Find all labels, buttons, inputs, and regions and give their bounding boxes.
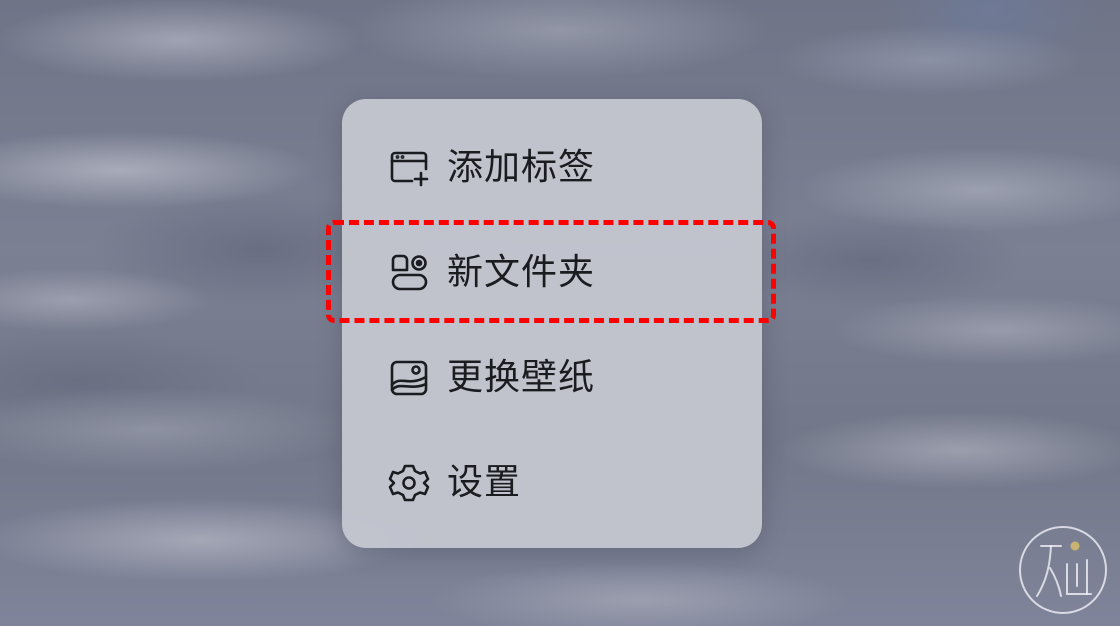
wallpaper-icon (388, 357, 430, 399)
menu-item-label: 添加标签 (447, 146, 596, 188)
logo-watermark-icon (1017, 524, 1109, 616)
menu-item-settings[interactable]: 设置 (342, 430, 762, 535)
menu-item-new-folder[interactable]: 新文件夹 (342, 220, 762, 325)
tab-add-icon (388, 147, 430, 189)
folder-icon (388, 252, 430, 294)
menu-item-change-wallpaper[interactable]: 更换壁纸 (342, 325, 762, 430)
menu-item-label: 设置 (447, 461, 522, 503)
context-menu: 添加标签 新文件夹 更换壁纸 设置 (342, 99, 762, 548)
gear-icon (388, 462, 430, 504)
desktop-wallpaper[interactable]: 添加标签 新文件夹 更换壁纸 设置 (0, 0, 1120, 626)
menu-item-add-tab[interactable]: 添加标签 (342, 115, 762, 220)
menu-item-label: 新文件夹 (447, 251, 596, 293)
menu-item-label: 更换壁纸 (447, 356, 596, 398)
